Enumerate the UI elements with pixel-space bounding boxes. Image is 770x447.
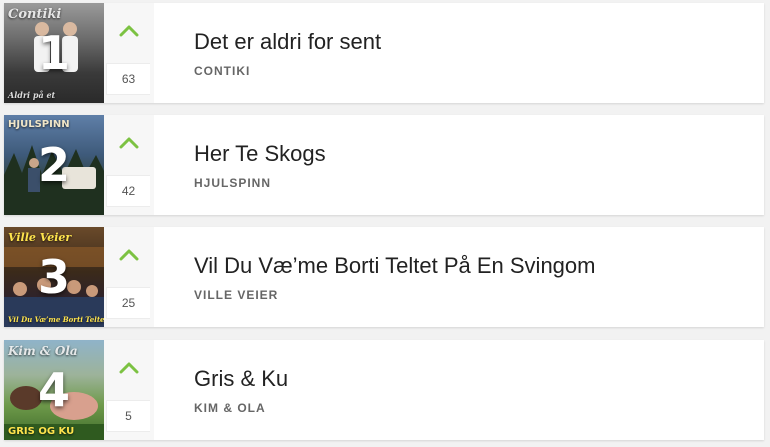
artist-name[interactable]: KIM & OLA (194, 401, 764, 415)
album-cover[interactable]: Kim & Ola GRIS OG KU 4 (4, 340, 104, 440)
vote-count: 63 (106, 63, 150, 95)
vote-count: 42 (106, 175, 150, 207)
list-item[interactable]: Kim & Ola GRIS OG KU 4 5 Gris & Ku KIM &… (4, 340, 764, 440)
song-info: Det er aldri for sent CONTIKI (154, 3, 764, 103)
album-cover[interactable]: Contiki Aldri på et 1 (4, 3, 104, 103)
cover-title: Ville Veier (8, 231, 72, 244)
cover-title: Contiki (8, 7, 62, 22)
cover-subtitle: GRIS OG KU (8, 426, 75, 437)
album-cover[interactable]: HJULSPINN 2 (4, 115, 104, 215)
list-item[interactable]: HJULSPINN 2 42 Her Te Skogs HJULSPINN (4, 115, 764, 215)
album-cover[interactable]: Ville Veier Vil Du Væ’me Borti Teltet 3 (4, 227, 104, 327)
vote-box: 63 (104, 3, 154, 103)
rank-number: 3 (37, 250, 70, 304)
vote-count: 25 (106, 287, 150, 319)
vote-box: 25 (104, 227, 154, 327)
artist-name[interactable]: HJULSPINN (194, 176, 764, 190)
list-item[interactable]: Contiki Aldri på et 1 63 Det er aldri fo… (4, 3, 764, 103)
cover-title: HJULSPINN (8, 119, 70, 130)
song-info: Gris & Ku KIM & OLA (154, 340, 764, 440)
rank-number: 1 (37, 26, 70, 80)
top-list: Contiki Aldri på et 1 63 Det er aldri fo… (0, 0, 770, 447)
song-title[interactable]: Gris & Ku (194, 366, 764, 392)
cover-subtitle: Aldri på et (8, 90, 56, 100)
chevron-up-icon[interactable] (119, 362, 139, 374)
vote-count: 5 (106, 400, 150, 432)
rank-number: 4 (37, 363, 70, 417)
chevron-up-icon[interactable] (119, 249, 139, 261)
song-title[interactable]: Det er aldri for sent (194, 29, 764, 55)
artist-name[interactable]: CONTIKI (194, 64, 764, 78)
song-info: Vil Du Væ’me Borti Teltet På En Svingom … (154, 227, 764, 327)
cover-subtitle: Vil Du Væ’me Borti Teltet (8, 315, 104, 324)
chevron-up-icon[interactable] (119, 25, 139, 37)
vote-box: 5 (104, 340, 154, 440)
song-title[interactable]: Her Te Skogs (194, 141, 764, 167)
song-title[interactable]: Vil Du Væ’me Borti Teltet På En Svingom (194, 253, 764, 279)
chevron-up-icon[interactable] (119, 137, 139, 149)
list-item[interactable]: Ville Veier Vil Du Væ’me Borti Teltet 3 … (4, 227, 764, 327)
vote-box: 42 (104, 115, 154, 215)
rank-number: 2 (37, 138, 70, 192)
artist-name[interactable]: VILLE VEIER (194, 288, 764, 302)
cover-title: Kim & Ola (8, 344, 78, 358)
song-info: Her Te Skogs HJULSPINN (154, 115, 764, 215)
